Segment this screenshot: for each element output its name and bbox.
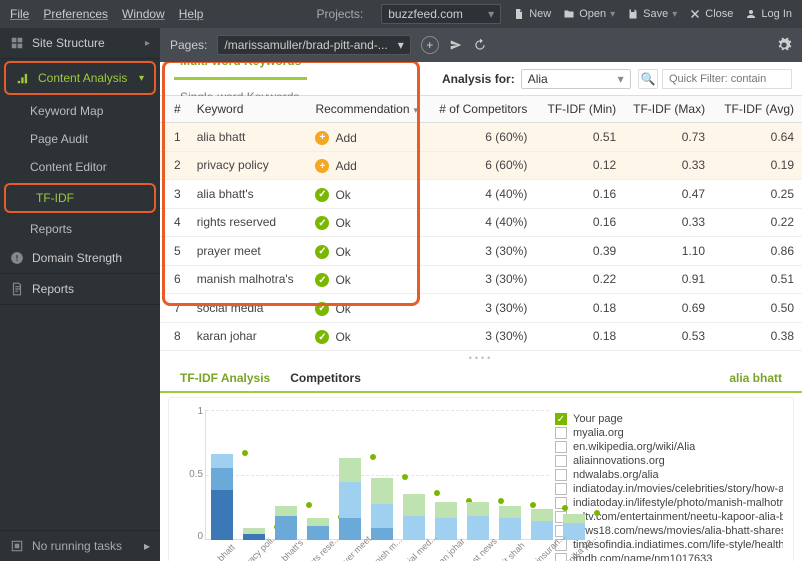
col-tfidf-max[interactable]: TF-IDF (Max) [624,96,713,123]
sidebar-domain-strength[interactable]: Domain Strength [0,243,160,274]
sidebar-content-analysis[interactable]: Content Analysis▾ [6,63,154,93]
legend-item[interactable]: imdb.com/name/nm1017633 [555,552,783,561]
col-competitors[interactable]: # of Competitors [426,96,535,123]
legend-item[interactable]: myalia.org [555,426,783,440]
topbar: File Preferences Window Help Projects: b… [0,0,802,28]
legend-item[interactable]: ndwalabs.org/alia [555,468,783,482]
tab-multiword[interactable]: Multi-word Keywords [174,62,307,80]
legend-your-page[interactable]: ✓Your page [555,412,783,426]
col-tfidf-min[interactable]: TF-IDF (Min) [535,96,624,123]
sidebar: Site Structure▸ Content Analysis▾ Keywor… [0,28,160,561]
refresh-icon[interactable] [473,38,487,52]
table-row[interactable]: 2privacy policy+Add6 (60%)0.120.330.19 [160,151,802,180]
table-row[interactable]: 7social media✓Ok3 (30%)0.180.690.50 [160,294,802,323]
sidebar-tfidf[interactable]: TF-IDF [6,187,154,209]
menu-window[interactable]: Window [122,7,165,21]
legend-item[interactable]: en.wikipedia.org/wiki/Alia [555,440,783,454]
share-icon[interactable] [449,38,463,52]
sidebar-keyword-map[interactable]: Keyword Map [0,97,160,125]
col-index[interactable]: # [160,96,189,123]
add-page-icon[interactable]: + [421,36,439,54]
menu-preferences[interactable]: Preferences [43,7,108,21]
bottom-tabs: TF-IDF Analysis Competitors alia bhatt [160,365,802,393]
table-row[interactable]: 1alia bhatt+Add6 (60%)0.510.730.64 [160,123,802,152]
tab-competitors[interactable]: Competitors [280,365,371,391]
legend-item[interactable]: indiatoday.in/movies/celebrities/story/h… [555,482,783,496]
keyword-header: Multi-word Keywords Single-word Keywords… [160,62,802,96]
close-button[interactable]: Close [689,8,733,20]
quick-filter-input[interactable] [662,69,792,89]
projects-label: Projects: [317,7,364,21]
new-button[interactable]: New [513,8,551,20]
tab-tfidf-analysis[interactable]: TF-IDF Analysis [170,365,280,391]
sidebar-content-editor[interactable]: Content Editor [0,153,160,181]
save-button[interactable]: Save [627,8,677,20]
sidebar-footer-tasks[interactable]: No running tasks ▸ [0,530,160,561]
table-row[interactable]: 3alia bhatt's✓Ok4 (40%)0.160.470.25 [160,180,802,209]
legend-item[interactable]: indiatoday.in/lifestyle/photo/manish-mal… [555,496,783,510]
pages-bar: Pages: /marissamuller/brad-pitt-and-... … [160,28,802,62]
pages-select[interactable]: /marissamuller/brad-pitt-and-... [217,35,410,55]
pages-label: Pages: [170,38,207,52]
analysis-select[interactable]: Alia [521,69,631,89]
col-keyword[interactable]: Keyword [189,96,308,123]
table-row[interactable]: 8karan johar✓Ok3 (30%)0.180.530.38 [160,322,802,351]
search-icon[interactable]: 🔍 [638,69,658,89]
sidebar-page-audit[interactable]: Page Audit [0,125,160,153]
table-row[interactable]: 4rights reserved✓Ok4 (40%)0.160.330.22 [160,208,802,237]
legend-item[interactable]: aliainnovations.org [555,454,783,468]
col-tfidf-avg[interactable]: TF-IDF (Avg) [713,96,802,123]
table-row[interactable]: 5prayer meet✓Ok3 (30%)0.391.100.86 [160,237,802,266]
keywords-table: # Keyword Recommendation # of Competitor… [160,96,802,351]
table-row[interactable]: 6manish malhotra's✓Ok3 (30%)0.220.910.51 [160,265,802,294]
sidebar-reports-ca[interactable]: Reports [0,215,160,243]
col-recommendation[interactable]: Recommendation [307,96,426,123]
menu-file[interactable]: File [10,7,29,21]
chart-panel: 10.50 alia bhattprivacy poli...alia bhat… [168,397,794,561]
legend-item[interactable]: ndtv.com/entertainment/neetu-kapoor-alia… [555,510,783,524]
chart-title: alia bhatt [729,371,792,385]
open-button[interactable]: Open [563,8,615,20]
sidebar-site-structure[interactable]: Site Structure▸ [0,28,160,59]
login-button[interactable]: Log In [745,8,792,20]
sidebar-reports[interactable]: Reports [0,274,160,305]
analysis-label: Analysis for: [442,72,515,86]
chart-canvas: 10.50 alia bhattprivacy poli...alia bhat… [183,406,549,561]
menu-help[interactable]: Help [179,7,204,21]
projects-select[interactable]: buzzfeed.com [381,4,501,24]
settings-icon[interactable] [776,37,792,53]
drag-handle[interactable]: •••• [160,351,802,365]
